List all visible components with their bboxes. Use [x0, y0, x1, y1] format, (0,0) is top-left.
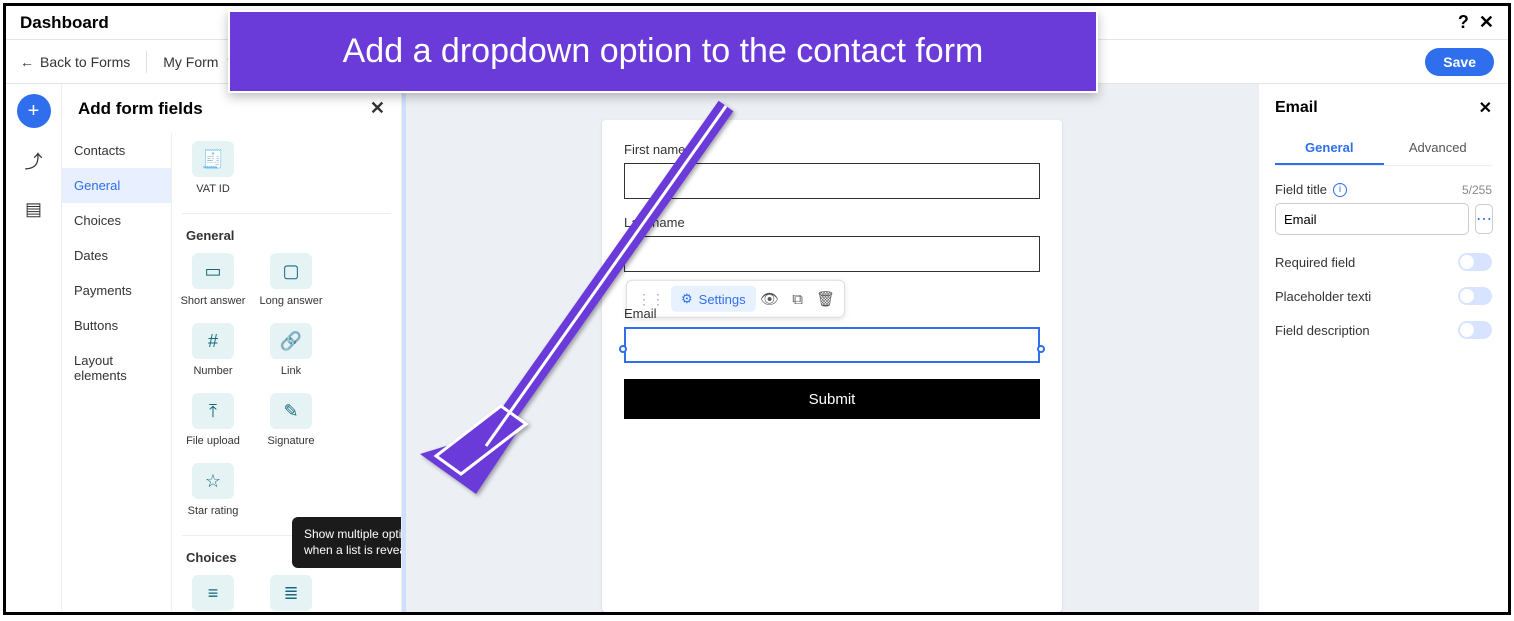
- field-tiles: 🧾 VAT ID General ▭ Short answer ▢: [172, 133, 401, 612]
- page-title: Dashboard: [20, 13, 109, 33]
- description-toggle[interactable]: [1458, 321, 1492, 339]
- field-label: First name: [624, 142, 1040, 157]
- field-first-name[interactable]: First name: [624, 142, 1040, 199]
- instruction-banner: Add a dropdown option to the contact for…: [228, 10, 1098, 93]
- category-layout[interactable]: Layout elements: [62, 343, 171, 393]
- back-to-forms-link[interactable]: ← Back to Forms: [20, 54, 130, 70]
- short-answer-icon: ▭: [192, 253, 234, 289]
- text-input[interactable]: [624, 163, 1040, 199]
- info-icon[interactable]: i: [1368, 289, 1371, 304]
- tile-vat-id[interactable]: 🧾 VAT ID: [182, 141, 244, 195]
- category-contacts[interactable]: Contacts: [62, 133, 171, 168]
- form-canvas[interactable]: First name Last name ⋮⋮ ⚙ Settings 👁: [406, 84, 1258, 612]
- tile-label: Link: [281, 365, 301, 377]
- multi-choice-icon: ≣: [270, 575, 312, 611]
- number-icon: #: [192, 323, 234, 359]
- category-general[interactable]: General: [62, 168, 171, 203]
- back-label: Back to Forms: [40, 54, 130, 70]
- tab-general[interactable]: General: [1275, 132, 1384, 165]
- field-title-label: Field title: [1275, 182, 1327, 197]
- signature-icon: ✎: [270, 393, 312, 429]
- category-choices[interactable]: Choices: [62, 203, 171, 238]
- single-choice-icon: ≡: [192, 575, 234, 611]
- arrow-left-icon: ←: [20, 54, 34, 70]
- form-name[interactable]: My Form: [163, 54, 218, 70]
- help-icon[interactable]: ?: [1458, 12, 1469, 33]
- tile-star-rating[interactable]: ☆ Star rating: [182, 463, 244, 517]
- divider: [146, 51, 147, 73]
- field-properties-panel: Email ✕ General Advanced Field title i 5…: [1258, 84, 1508, 612]
- info-icon[interactable]: i: [1333, 183, 1347, 197]
- add-fields-panel: Add form fields ✕ Contacts General Choic…: [62, 84, 402, 612]
- placeholder-label: Placeholder text: [1275, 289, 1368, 304]
- drag-handle-icon[interactable]: ⋮⋮: [631, 290, 671, 307]
- form-settings-icon[interactable]: ▤: [19, 194, 49, 224]
- field-title-input[interactable]: [1275, 203, 1469, 235]
- more-options-icon[interactable]: ⋯: [1475, 204, 1493, 234]
- resize-handle-right[interactable]: [1037, 345, 1045, 353]
- tile-label: VAT ID: [196, 183, 230, 195]
- link-icon: 🔗: [270, 323, 312, 359]
- properties-title: Email: [1275, 99, 1318, 117]
- share-icon[interactable]: ⤴: [19, 146, 49, 176]
- field-label: Last name: [624, 215, 1040, 230]
- description-label: Field description: [1275, 323, 1370, 338]
- star-icon: ☆: [192, 463, 234, 499]
- properties-close-icon[interactable]: ✕: [1479, 98, 1492, 118]
- tile-multi-choice[interactable]: ≣ Multi choice: [260, 575, 322, 612]
- category-buttons[interactable]: Buttons: [62, 308, 171, 343]
- tile-signature[interactable]: ✎ Signature: [260, 393, 322, 447]
- tile-label: File upload: [186, 435, 240, 447]
- category-dates[interactable]: Dates: [62, 238, 171, 273]
- banner-text: Add a dropdown option to the contact for…: [343, 32, 984, 70]
- tile-link[interactable]: 🔗 Link: [260, 323, 322, 377]
- tile-long-answer[interactable]: ▢ Long answer: [260, 253, 322, 307]
- tile-short-answer[interactable]: ▭ Short answer: [182, 253, 244, 307]
- tile-number[interactable]: # Number: [182, 323, 244, 377]
- left-rail: + ⤴ ▤: [6, 84, 62, 612]
- required-toggle[interactable]: [1458, 253, 1492, 271]
- gear-icon: ⚙: [681, 291, 693, 307]
- text-input[interactable]: [624, 327, 1040, 363]
- tile-label: Short answer: [181, 295, 246, 307]
- placeholder-toggle[interactable]: [1458, 287, 1492, 305]
- text-input[interactable]: [624, 236, 1040, 272]
- tile-label: Star rating: [188, 505, 239, 517]
- field-email[interactable]: Email: [624, 306, 1040, 363]
- panel-close-icon[interactable]: ✕: [370, 98, 385, 119]
- save-button[interactable]: Save: [1425, 48, 1494, 76]
- field-label: Email: [624, 306, 1040, 321]
- tile-file-upload[interactable]: ⤒ File upload: [182, 393, 244, 447]
- receipt-icon: 🧾: [192, 141, 234, 177]
- char-count: 5/255: [1462, 183, 1492, 197]
- category-list: Contacts General Choices Dates Payments …: [62, 133, 172, 612]
- submit-button[interactable]: Submit: [624, 379, 1040, 419]
- field-last-name[interactable]: Last name ⋮⋮ ⚙ Settings 👁 ⧉ 🗑: [624, 215, 1040, 272]
- close-icon[interactable]: ✕: [1479, 12, 1494, 33]
- form-card: First name Last name ⋮⋮ ⚙ Settings 👁: [602, 120, 1062, 612]
- required-label: Required field: [1275, 255, 1355, 270]
- panel-title: Add form fields: [78, 99, 203, 119]
- tab-advanced[interactable]: Advanced: [1384, 132, 1493, 165]
- tile-label: Signature: [267, 435, 314, 447]
- group-label-general: General: [186, 228, 391, 243]
- upload-icon: ⤒: [192, 393, 234, 429]
- dropdown-tooltip: Show multiple options when a list is rev…: [292, 517, 401, 568]
- resize-handle-left[interactable]: [619, 345, 627, 353]
- add-field-button[interactable]: +: [17, 94, 51, 128]
- long-answer-icon: ▢: [270, 253, 312, 289]
- tile-single-choice[interactable]: ≡ Single choice: [182, 575, 244, 612]
- settings-label: Settings: [699, 291, 746, 306]
- properties-tabs: General Advanced: [1275, 132, 1492, 166]
- category-payments[interactable]: Payments: [62, 273, 171, 308]
- tile-label: Number: [193, 365, 232, 377]
- tooltip-text: Show multiple options when a list is rev…: [304, 527, 401, 557]
- tile-label: Long answer: [260, 295, 323, 307]
